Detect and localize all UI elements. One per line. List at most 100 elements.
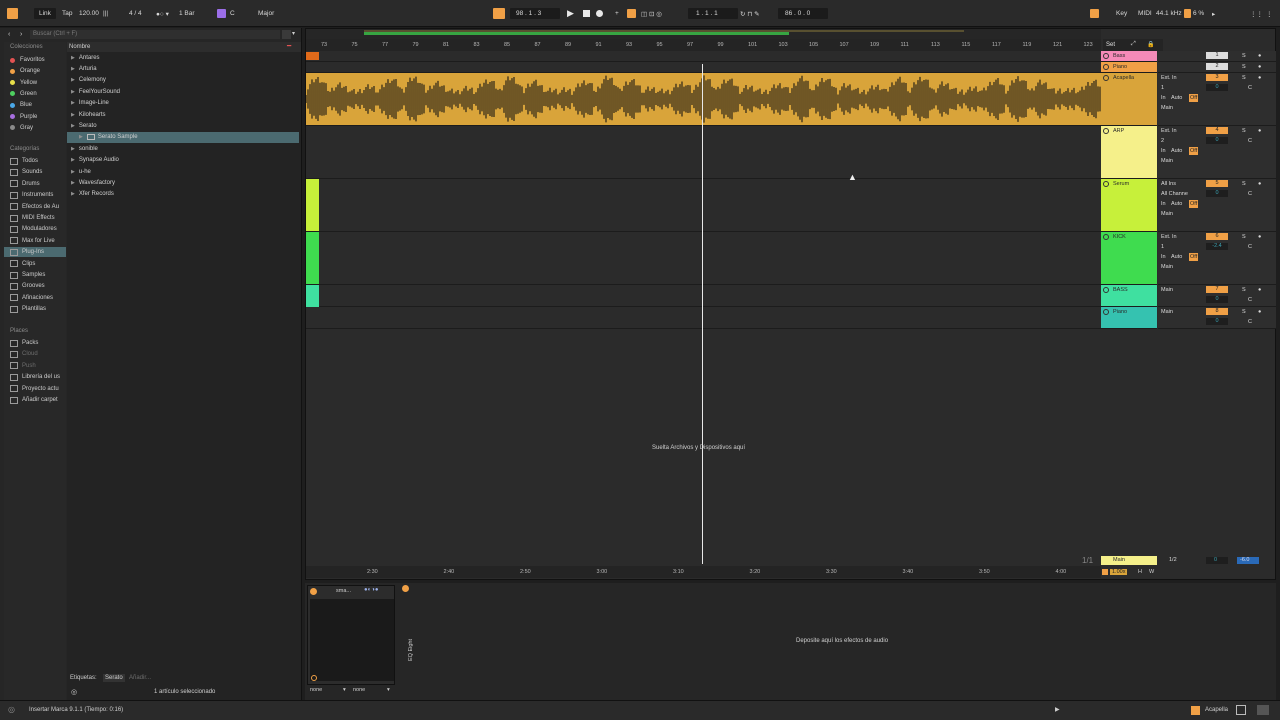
- arm-button[interactable]: ●: [1258, 233, 1261, 241]
- eq-power-icon[interactable]: [402, 585, 409, 592]
- track-number[interactable]: 6: [1206, 233, 1228, 240]
- arm-button[interactable]: ●: [1258, 52, 1261, 60]
- category-item[interactable]: Moduladores: [10, 224, 57, 234]
- pan-field[interactable]: C: [1248, 190, 1252, 198]
- input-select-2[interactable]: none: [353, 687, 365, 693]
- quantize-select[interactable]: 1 Bar: [179, 10, 195, 17]
- arm-button[interactable]: ●: [1258, 286, 1261, 294]
- monitor-auto[interactable]: Auto: [1171, 253, 1182, 261]
- track-number[interactable]: 4: [1206, 127, 1228, 134]
- detail-toggle-icon[interactable]: [1257, 705, 1269, 715]
- category-item[interactable]: Grooves: [10, 281, 45, 291]
- track-fold-icon[interactable]: [1103, 128, 1109, 134]
- device-controls-icon[interactable]: ●◐◑●: [364, 587, 379, 593]
- category-item[interactable]: Plug-Ins: [4, 247, 66, 258]
- midi-map-button[interactable]: MIDI: [1138, 10, 1152, 17]
- category-item[interactable]: Drums: [10, 179, 40, 189]
- track-header[interactable]: ARP: [1101, 126, 1157, 179]
- expand-arrow-icon[interactable]: ▶: [71, 55, 75, 61]
- clip[interactable]: [306, 52, 319, 60]
- monitor-in[interactable]: In: [1161, 147, 1166, 155]
- preview-icon[interactable]: ◎: [71, 688, 77, 696]
- search-input[interactable]: Buscar (Ctrl + F): [30, 30, 280, 39]
- width-button[interactable]: W: [1149, 569, 1154, 575]
- solo-button[interactable]: S: [1242, 127, 1246, 135]
- track-lane[interactable]: [306, 179, 1101, 232]
- monitor-off[interactable]: Off: [1189, 253, 1199, 261]
- expand-arrow-icon[interactable]: ▶: [71, 180, 75, 186]
- collection-purple[interactable]: Purple: [10, 112, 37, 122]
- input-channel-select[interactable]: 1: [1161, 84, 1164, 92]
- arm-button[interactable]: ●: [1258, 74, 1261, 82]
- monitor-off[interactable]: Off: [1189, 94, 1199, 102]
- collection-yellow[interactable]: Yellow: [10, 78, 37, 88]
- input-type-select[interactable]: Main: [1161, 286, 1173, 294]
- loop-icon[interactable]: ↻ ⊓ ✎: [740, 10, 760, 18]
- main-volume[interactable]: 0: [1206, 557, 1228, 564]
- expand-arrow-icon[interactable]: ▶: [71, 191, 75, 197]
- output-route-select[interactable]: Main: [1161, 157, 1173, 165]
- track-fold-icon[interactable]: [1103, 234, 1109, 240]
- tag-serato[interactable]: Serato: [103, 674, 125, 682]
- monitor-auto[interactable]: Auto: [1171, 94, 1182, 102]
- follow-button[interactable]: [493, 8, 505, 19]
- tempo-field[interactable]: 120.00: [79, 10, 99, 17]
- track-fold-icon[interactable]: [1103, 181, 1109, 187]
- volume-field[interactable]: 0: [1206, 84, 1228, 91]
- monitor-in[interactable]: In: [1161, 94, 1166, 102]
- forward-icon[interactable]: ›: [20, 31, 22, 38]
- track-header[interactable]: Acapella: [1101, 73, 1157, 126]
- volume-field[interactable]: 0: [1206, 318, 1228, 325]
- lock-icon[interactable]: 🔒: [1147, 41, 1154, 48]
- tap-button[interactable]: Tap: [62, 10, 72, 17]
- draw-mode-icon[interactable]: [1090, 9, 1099, 18]
- solo-button[interactable]: S: [1242, 308, 1246, 316]
- clip[interactable]: [306, 232, 319, 284]
- link-button[interactable]: Link: [34, 8, 56, 19]
- pan-field[interactable]: C: [1248, 84, 1252, 92]
- automation-arm-icon[interactable]: [627, 9, 636, 18]
- expand-arrow-icon[interactable]: ▶: [71, 77, 75, 83]
- main-db[interactable]: -6.0: [1237, 557, 1259, 564]
- device-knob-icon[interactable]: [311, 675, 317, 681]
- collection-favoritos[interactable]: Favoritos: [10, 55, 45, 65]
- file-item[interactable]: ▶ u-he: [71, 166, 91, 177]
- track-fold-icon[interactable]: [1103, 64, 1109, 70]
- solo-button[interactable]: S: [1242, 74, 1246, 82]
- device-power-icon[interactable]: [310, 588, 317, 595]
- volume-field[interactable]: 0: [1206, 190, 1228, 197]
- browser-toggle-button[interactable]: [7, 8, 18, 19]
- track-header[interactable]: KICK: [1101, 232, 1157, 285]
- output-route-select[interactable]: Main: [1161, 263, 1173, 271]
- time-ruler[interactable]: 2:30 2:40 2:50 3:00 3:10 3:20 3:30 3:40 3:50 4:00: [306, 566, 1101, 578]
- track-lane[interactable]: [306, 232, 1101, 285]
- height-button[interactable]: H: [1138, 569, 1142, 575]
- place-item[interactable]: Añadir carpet: [10, 395, 58, 405]
- record-mode-icon[interactable]: ●○ ▾: [156, 10, 169, 18]
- track-number[interactable]: 1: [1206, 52, 1228, 59]
- track-lane[interactable]: [306, 51, 1101, 62]
- info-icon[interactable]: ◎: [8, 705, 15, 714]
- input-channel-select[interactable]: All Channe: [1161, 190, 1188, 198]
- time-signature-field[interactable]: 4 / 4: [129, 10, 142, 17]
- monitor-auto[interactable]: Auto: [1171, 147, 1182, 155]
- solo-button[interactable]: S: [1242, 63, 1246, 71]
- input-select-1-arrow-icon[interactable]: ▾: [343, 687, 346, 693]
- category-item[interactable]: Plantillas: [10, 304, 46, 314]
- solo-button[interactable]: S: [1242, 52, 1246, 60]
- category-item[interactable]: Todos: [10, 156, 38, 166]
- track-header[interactable]: Piano: [1101, 307, 1157, 329]
- track-lane[interactable]: [305, 73, 1101, 126]
- expand-icon[interactable]: ⤢: [1131, 41, 1136, 48]
- expand-arrow-icon[interactable]: ▶: [71, 112, 75, 118]
- expand-arrow-icon[interactable]: ▶: [71, 169, 75, 175]
- collection-orange[interactable]: Orange: [10, 66, 40, 76]
- volume-field[interactable]: 0: [1206, 296, 1228, 303]
- pan-field[interactable]: C: [1248, 243, 1252, 251]
- track-header[interactable]: Serum: [1101, 179, 1157, 232]
- monitor-in[interactable]: In: [1161, 200, 1166, 208]
- song-position-field[interactable]: 98 . 1 . 3: [510, 8, 560, 19]
- track-header[interactable]: BASS: [1101, 285, 1157, 307]
- metronome-icon[interactable]: |||: [103, 10, 108, 17]
- clip[interactable]: [306, 179, 319, 231]
